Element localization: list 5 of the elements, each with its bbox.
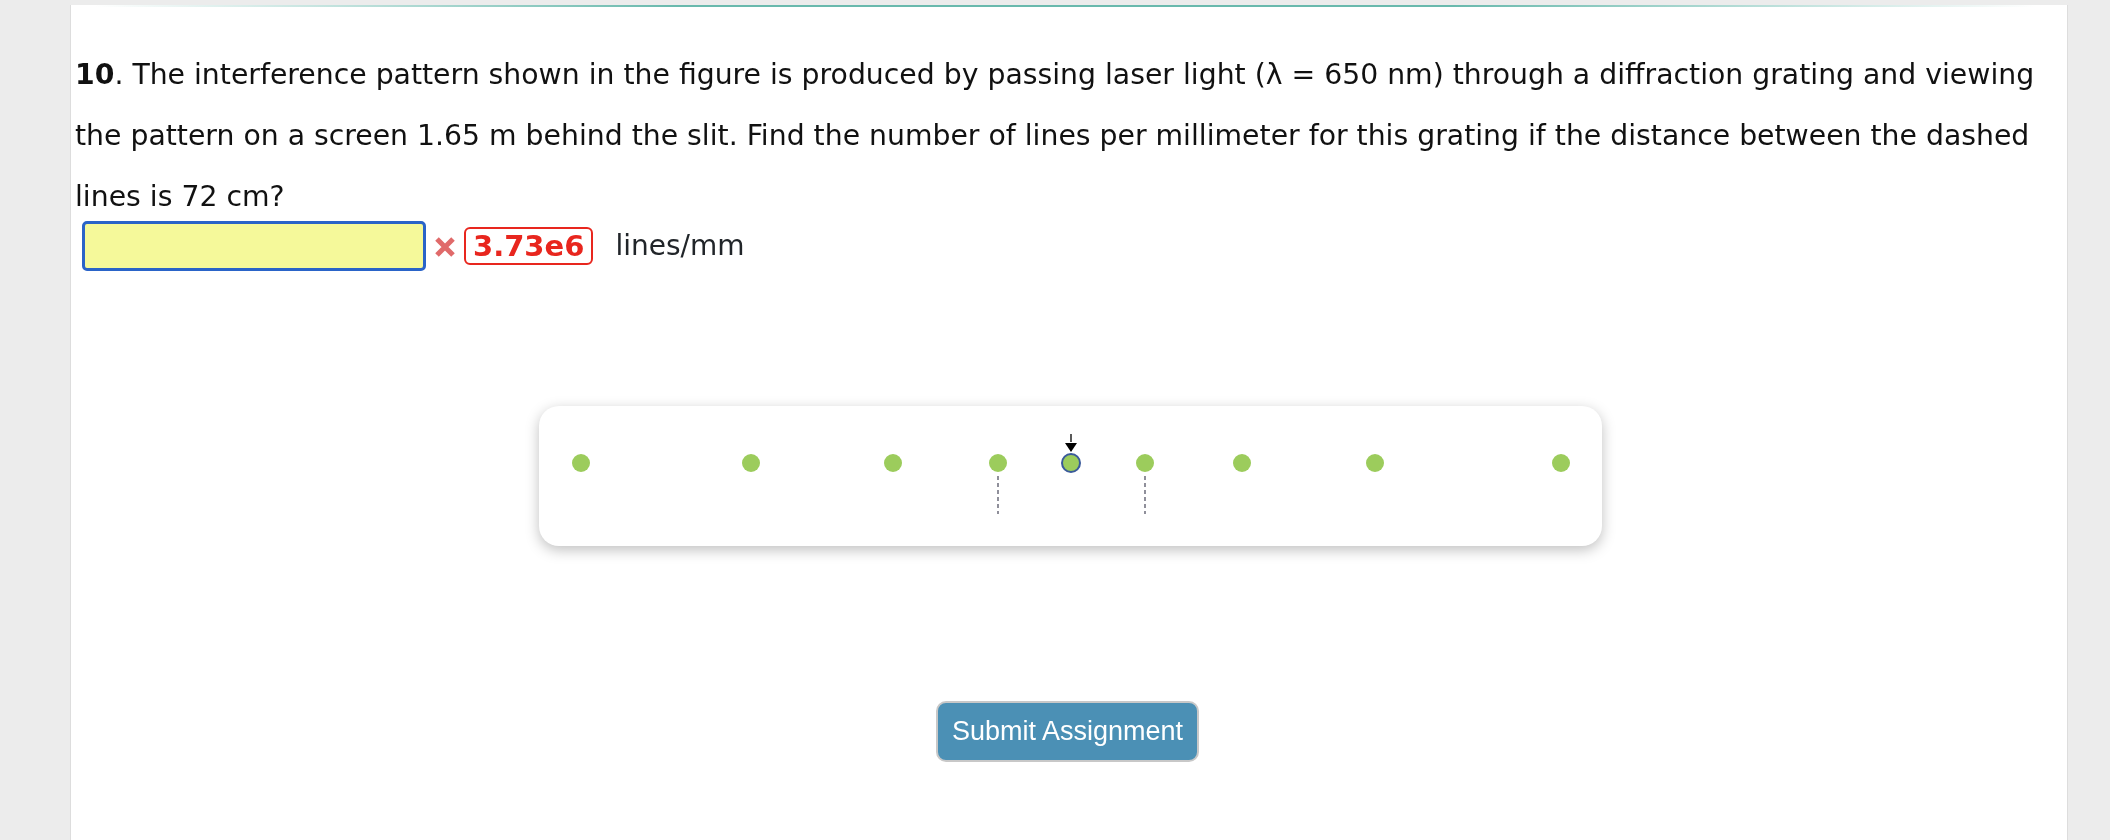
question-text: 10. The interference pattern shown in the figure is produced by passing laser light (λ = 650 nm) through a diffraction grating and viewing the pattern on a screen 1.65 m behind the slit. Find the number of lines per millimeter for this grating if the distance between the dashed lines is 72 cm?: [75, 57, 2036, 215]
answer-field[interactable]: [82, 221, 426, 271]
submit-button[interactable]: Submit Assignment: [936, 701, 1200, 762]
units-label: lines/mm: [615, 228, 745, 264]
correct-answer: 3.73e6: [464, 227, 594, 265]
